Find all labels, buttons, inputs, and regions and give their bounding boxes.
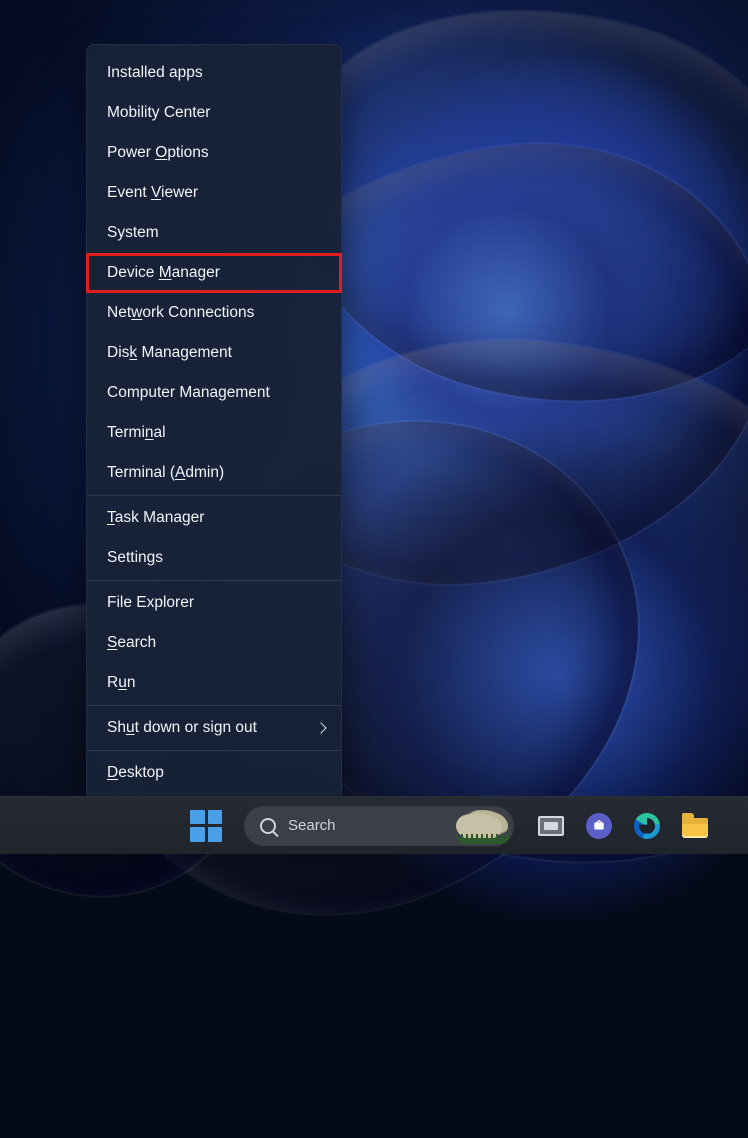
taskbar-pinned-apps	[536, 811, 710, 841]
menu-item-label: Computer Management	[107, 384, 270, 402]
edge-button[interactable]	[632, 811, 662, 841]
edge-icon	[634, 813, 660, 839]
menu-item-label: Installed apps	[107, 64, 203, 82]
menu-item-label: File Explorer	[107, 594, 194, 612]
mobility-center-item[interactable]: Mobility Center	[87, 93, 341, 133]
event-viewer-item[interactable]: Event Viewer	[87, 173, 341, 213]
search-icon	[260, 818, 276, 834]
task-manager-item[interactable]: Task Manager	[87, 498, 341, 538]
menu-item-label: Search	[107, 634, 156, 652]
menu-item-label: Settings	[107, 549, 163, 567]
disk-management-item[interactable]: Disk Management	[87, 333, 341, 373]
winx-context-menu: Installed apps Mobility Center Power Optio…	[86, 44, 342, 802]
menu-item-label: Device Manager	[107, 264, 220, 282]
menu-item-label: Disk Management	[107, 344, 232, 362]
network-connections-item[interactable]: Network Connections	[87, 293, 341, 333]
start-button[interactable]	[190, 810, 222, 842]
chat-button[interactable]	[584, 811, 614, 841]
installed-apps-item[interactable]: Installed apps	[87, 53, 341, 93]
task-view-icon	[538, 816, 564, 836]
menu-item-label: Power Options	[107, 144, 209, 162]
terminal-item[interactable]: Terminal	[87, 413, 341, 453]
file-explorer-button[interactable]	[680, 811, 710, 841]
menu-item-label: Desktop	[107, 764, 164, 782]
menu-item-label: Terminal	[107, 424, 166, 442]
search-item[interactable]: Search	[87, 623, 341, 663]
search-placeholder: Search	[288, 817, 336, 834]
task-view-button[interactable]	[536, 811, 566, 841]
desktop-item[interactable]: Desktop	[87, 753, 341, 793]
taskbar-search[interactable]: Search	[244, 806, 514, 846]
system-item[interactable]: System	[87, 213, 341, 253]
menu-item-label: Run	[107, 674, 135, 692]
menu-item-label: System	[107, 224, 159, 242]
menu-item-label: Shut down or sign out	[107, 719, 257, 737]
menu-item-label: Terminal (Admin)	[107, 464, 224, 482]
chat-icon	[586, 813, 612, 839]
menu-item-label: Network Connections	[107, 304, 254, 322]
chevron-right-icon	[315, 722, 326, 733]
settings-item[interactable]: Settings	[87, 538, 341, 578]
power-options-item[interactable]: Power Options	[87, 133, 341, 173]
menu-item-label: Task Manager	[107, 509, 204, 527]
run-item[interactable]: Run	[87, 663, 341, 703]
search-illustration-base	[456, 834, 510, 844]
shut-down-item[interactable]: Shut down or sign out	[87, 708, 341, 748]
terminal-admin-item[interactable]: Terminal (Admin)	[87, 453, 341, 493]
computer-management-item[interactable]: Computer Management	[87, 373, 341, 413]
taskbar: Search	[0, 796, 748, 854]
file-explorer-item[interactable]: File Explorer	[87, 583, 341, 623]
folder-icon	[682, 818, 708, 838]
menu-item-label: Mobility Center	[107, 104, 210, 122]
menu-item-label: Event Viewer	[107, 184, 198, 202]
device-manager-item[interactable]: Device Manager	[87, 253, 341, 293]
